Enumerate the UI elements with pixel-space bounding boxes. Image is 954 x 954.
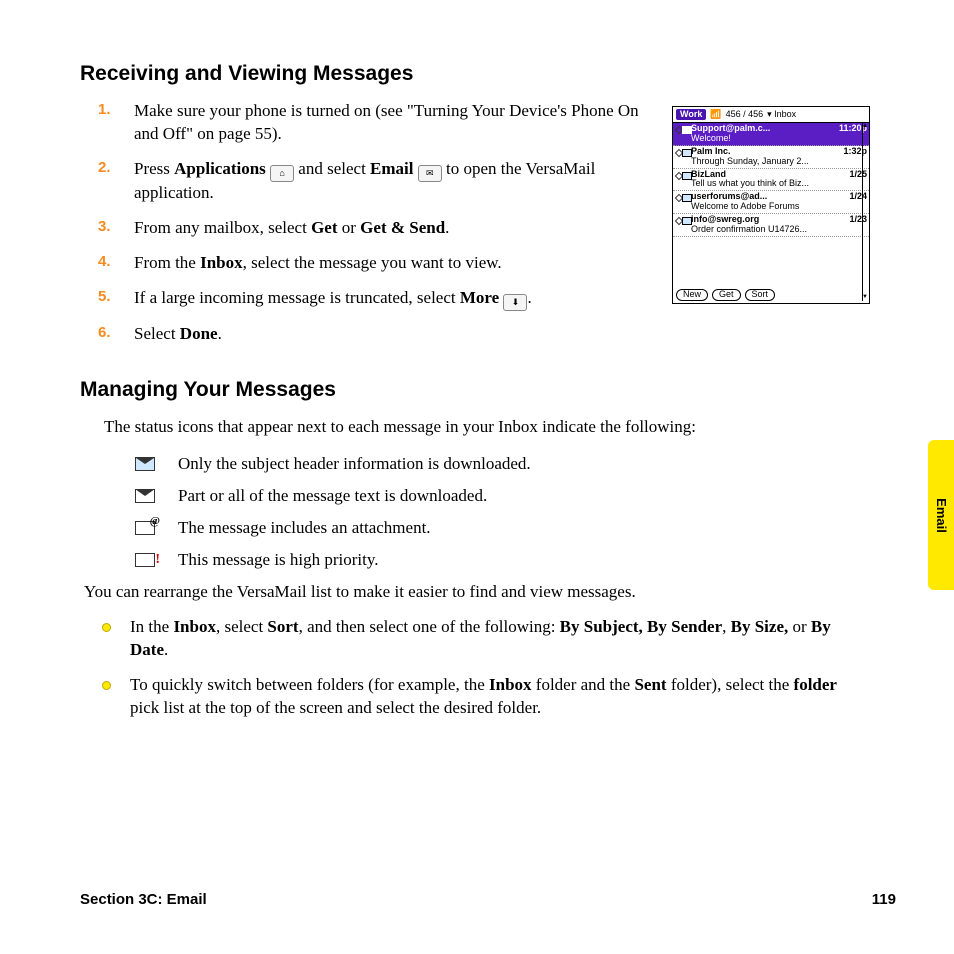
- icon-attach-text: The message includes an attachment.: [178, 517, 431, 539]
- message-count: 456 / 456: [726, 110, 764, 120]
- side-tab-email: Email: [928, 440, 954, 590]
- envelope-attachment-icon: [134, 520, 156, 536]
- step-1-text: Make sure your phone is turned on (see "…: [134, 101, 639, 143]
- sort-button: Sort: [745, 289, 776, 301]
- message-row: Support@palm.c...11:20pWelcome!: [673, 123, 869, 146]
- icon-open-text: Part or all of the message text is downl…: [178, 485, 487, 507]
- side-tab-label: Email: [934, 498, 949, 533]
- step-2: 2. Press Applications ⌂ and select Email…: [120, 158, 654, 205]
- new-button: New: [676, 289, 708, 301]
- icon-row-attach: The message includes an attachment.: [134, 517, 870, 539]
- message-row: Palm Inc.1:32pThrough Sunday, January 2.…: [673, 146, 869, 169]
- envelope-closed-icon: [134, 456, 156, 472]
- page-footer: Section 3C: Email 119: [80, 891, 896, 908]
- step-3: 3. From any mailbox, select Get or Get &…: [120, 217, 654, 240]
- rearrange-para: You can rearrange the VersaMail list to …: [84, 581, 870, 604]
- bullet-folder: To quickly switch between folders (for e…: [120, 674, 870, 720]
- icon-priority-text: This message is high priority.: [178, 549, 379, 571]
- step-6: 6. Select Done.: [120, 323, 654, 346]
- icon-row-open: Part or all of the message text is downl…: [134, 485, 870, 507]
- folder-dropdown: ▾ Inbox: [767, 110, 796, 120]
- step-4: 4. From the Inbox, select the message yo…: [120, 252, 654, 275]
- managing-bullets: In the Inbox, select Sort, and then sele…: [80, 616, 870, 720]
- icon-row-priority: This message is high priority.: [134, 549, 870, 571]
- managing-intro: The status icons that appear next to eac…: [104, 416, 870, 439]
- bullet-sort: In the Inbox, select Sort, and then sele…: [120, 616, 870, 662]
- email-app-icon: ✉: [418, 165, 442, 182]
- scrollbar: [862, 123, 868, 301]
- icon-closed-text: Only the subject header information is d…: [178, 453, 531, 475]
- heading-managing: Managing Your Messages: [80, 378, 870, 402]
- envelope-priority-icon: [134, 552, 156, 568]
- step-1: 1.Make sure your phone is turned on (see…: [120, 100, 654, 146]
- icon-row-closed: Only the subject header information is d…: [134, 453, 870, 475]
- footer-page-number: 119: [872, 891, 896, 908]
- device-screenshot: Work 📶 456 / 456 ▾ Inbox Support@palm.c.…: [672, 106, 870, 304]
- steps-receiving: 1.Make sure your phone is turned on (see…: [80, 100, 654, 346]
- step-5: 5. If a large incoming message is trunca…: [120, 287, 654, 311]
- heading-receiving: Receiving and Viewing Messages: [80, 62, 870, 86]
- envelope-open-icon: [134, 488, 156, 504]
- get-button: Get: [712, 289, 741, 301]
- message-row: info@swreg.org1/23Order confirmation U14…: [673, 214, 869, 237]
- message-row: userforums@ad...1/24Welcome to Adobe For…: [673, 191, 869, 214]
- applications-icon: ⌂: [270, 165, 294, 182]
- message-row: BizLand1/25Tell us what you think of Biz…: [673, 169, 869, 192]
- more-icon: ⬇: [503, 294, 527, 311]
- screenshot-header: Work 📶 456 / 456 ▾ Inbox: [673, 107, 869, 123]
- signal-icon: 📶: [710, 110, 721, 120]
- account-badge: Work: [676, 109, 706, 121]
- screenshot-footer: New Get Sort: [676, 289, 775, 301]
- footer-section: Section 3C: Email: [80, 891, 207, 908]
